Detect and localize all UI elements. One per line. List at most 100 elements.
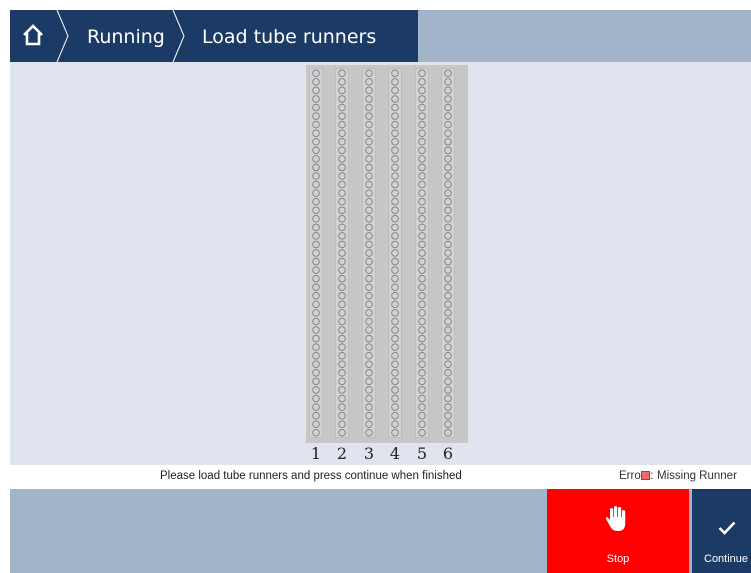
tube-runner-slot-2[interactable] — [335, 68, 349, 438]
tube-slot-circle-icon — [391, 112, 399, 120]
tube-slot-circle-icon — [365, 317, 373, 326]
tube-slot-circle-icon — [444, 120, 452, 129]
tube-slot-circle-icon — [391, 189, 399, 197]
tube-slot-circle-icon — [338, 197, 346, 206]
tube-slot-circle-icon — [365, 386, 373, 394]
tube-slot-circle-icon — [365, 86, 373, 95]
tube-slot-circle-icon — [338, 112, 346, 120]
tube-slot-circle-icon — [391, 197, 399, 206]
tube-position-circles — [444, 69, 452, 437]
tube-slot-circle-icon — [418, 317, 426, 326]
tube-slot-circle-icon — [391, 326, 399, 334]
tube-slot-circle-icon — [338, 103, 346, 112]
tube-slot-circle-icon — [391, 300, 399, 309]
tube-slot-circle-icon — [312, 78, 320, 86]
tube-slot-circle-icon — [338, 360, 346, 369]
tube-slot-circle-icon — [312, 137, 320, 146]
tube-slot-circle-icon — [418, 103, 426, 112]
tube-slot-circle-icon — [365, 78, 373, 86]
tube-slot-circle-icon — [365, 274, 373, 283]
tube-slot-circle-icon — [391, 69, 399, 78]
tube-slot-circle-icon — [365, 266, 373, 274]
tube-slot-circle-icon — [312, 197, 320, 206]
tube-slot-circle-icon — [418, 146, 426, 155]
tube-slot-circle-icon — [365, 120, 373, 129]
tube-runner-slot-4[interactable] — [388, 68, 402, 438]
tube-slot-circle-icon — [391, 403, 399, 411]
tube-slot-circle-icon — [444, 249, 452, 257]
tube-slot-circle-icon — [338, 146, 346, 155]
tube-runner-slot-1[interactable] — [309, 68, 323, 438]
tube-slot-circle-icon — [312, 428, 320, 437]
tube-slot-circle-icon — [338, 223, 346, 232]
tube-position-circles — [418, 69, 426, 437]
tube-slot-circle-icon — [312, 420, 320, 428]
tube-slot-circle-icon — [391, 283, 399, 291]
tube-slot-circle-icon — [418, 360, 426, 369]
tube-slot-circle-icon — [312, 86, 320, 95]
tube-slot-circle-icon — [338, 317, 346, 326]
runner-number-label: 1 — [310, 444, 322, 463]
tube-slot-circle-icon — [312, 112, 320, 120]
tube-slot-circle-icon — [338, 300, 346, 309]
tube-slot-circle-icon — [365, 343, 373, 351]
tube-slot-circle-icon — [365, 215, 373, 223]
tube-slot-circle-icon — [418, 120, 426, 129]
tube-slot-circle-icon — [338, 266, 346, 274]
runner-number-row: 123456 — [306, 442, 468, 464]
tube-slot-circle-icon — [418, 180, 426, 189]
tube-slot-circle-icon — [312, 300, 320, 309]
tube-runner-slot-6[interactable] — [441, 68, 455, 438]
tube-slot-circle-icon — [312, 317, 320, 326]
continue-button[interactable]: Continue — [692, 489, 751, 573]
tube-slot-circle-icon — [418, 137, 426, 146]
tube-slot-circle-icon — [312, 343, 320, 351]
tube-slot-circle-icon — [418, 386, 426, 394]
home-button[interactable] — [10, 10, 56, 62]
tube-slot-circle-icon — [418, 215, 426, 223]
tube-slot-circle-icon — [365, 240, 373, 249]
tube-slot-circle-icon — [338, 394, 346, 403]
tube-slot-circle-icon — [391, 360, 399, 369]
tube-slot-circle-icon — [418, 240, 426, 249]
runner-number-label: 3 — [363, 444, 375, 463]
tube-slot-circle-icon — [338, 232, 346, 240]
tube-slot-circle-icon — [444, 137, 452, 146]
breadcrumb-item-running[interactable]: Running — [87, 10, 165, 62]
tube-slot-circle-icon — [444, 103, 452, 112]
tube-slot-circle-icon — [418, 232, 426, 240]
tube-slot-circle-icon — [338, 86, 346, 95]
tube-slot-circle-icon — [444, 266, 452, 274]
tube-runner-slot-5[interactable] — [415, 68, 429, 438]
tube-slot-circle-icon — [312, 266, 320, 274]
tube-runner-slot-3[interactable] — [362, 68, 376, 438]
tube-slot-circle-icon — [338, 257, 346, 266]
tube-slot-circle-icon — [391, 274, 399, 283]
tube-slot-circle-icon — [418, 326, 426, 334]
tube-slot-circle-icon — [312, 249, 320, 257]
tube-slot-circle-icon — [338, 283, 346, 291]
header-bar: Running Load tube runners — [10, 10, 751, 62]
stop-button[interactable]: Stop — [547, 489, 689, 573]
tube-slot-circle-icon — [444, 112, 452, 120]
tube-slot-circle-icon — [312, 69, 320, 78]
tube-slot-circle-icon — [365, 326, 373, 334]
screen: Running Load tube runners 123456 Please … — [0, 0, 751, 573]
tube-slot-circle-icon — [391, 394, 399, 403]
tube-slot-circle-icon — [312, 172, 320, 180]
tube-slot-circle-icon — [365, 283, 373, 291]
tube-slot-circle-icon — [444, 163, 452, 172]
tube-slot-circle-icon — [338, 420, 346, 428]
tube-slot-circle-icon — [444, 215, 452, 223]
tube-slot-circle-icon — [391, 163, 399, 172]
tube-slot-circle-icon — [391, 266, 399, 274]
tube-slot-circle-icon — [418, 283, 426, 291]
tube-slot-circle-icon — [391, 129, 399, 137]
tube-slot-circle-icon — [444, 317, 452, 326]
tube-slot-circle-icon — [365, 112, 373, 120]
runner-number-label: 2 — [336, 444, 348, 463]
tube-slot-circle-icon — [338, 137, 346, 146]
tube-slot-circle-icon — [444, 411, 452, 420]
tube-slot-circle-icon — [391, 317, 399, 326]
tube-slot-circle-icon — [391, 180, 399, 189]
